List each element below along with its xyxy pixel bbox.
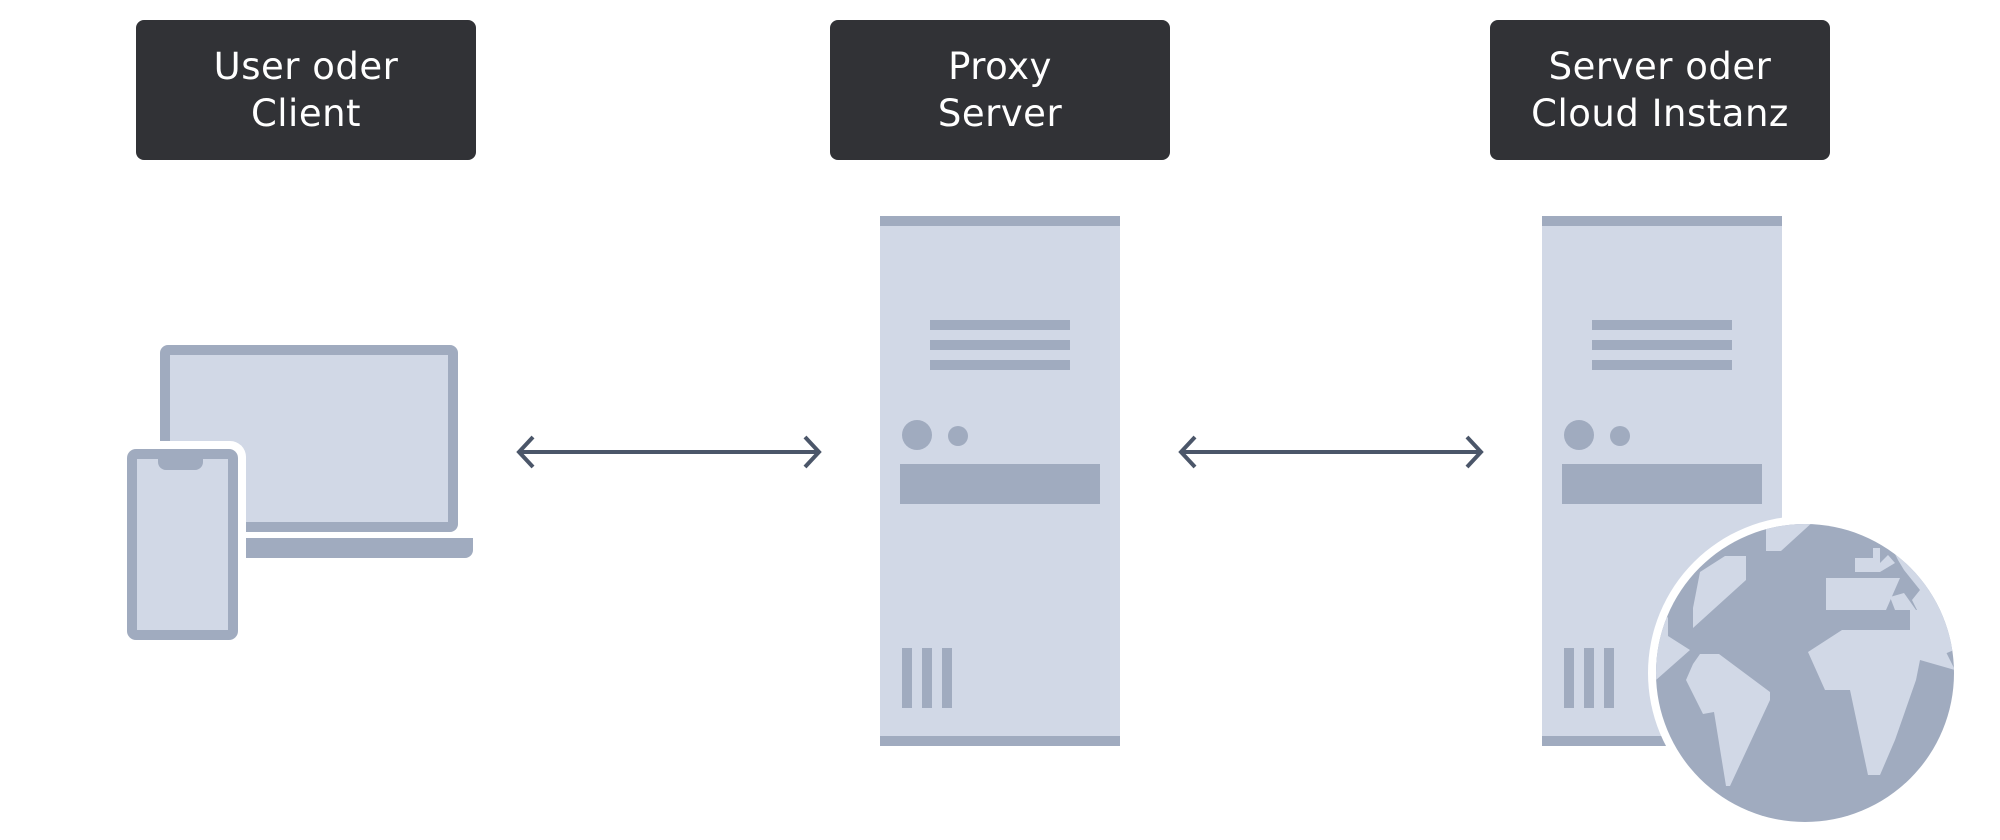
bidirectional-arrow-proxy-server [1178,435,1484,469]
laptop-and-phone-icon [119,345,473,648]
globe-icon [1648,516,1962,830]
phone-icon [119,441,246,648]
proxy-server-tower-icon [880,216,1120,746]
diagram-canvas [119,216,1962,830]
bidirectional-arrow-client-proxy [516,435,822,469]
